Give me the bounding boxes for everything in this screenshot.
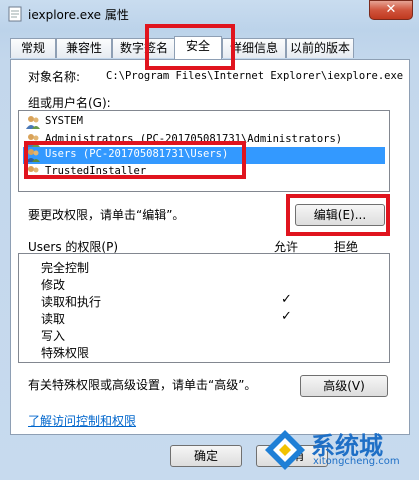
tab-compatibility[interactable]: 兼容性	[56, 38, 112, 58]
permissions-list: 完全控制 修改 读取和执行 读取 写入 特殊权限 ✓ ✓	[18, 253, 390, 363]
object-name-value: C:\Program Files\Internet Explorer\iexpl…	[106, 70, 404, 82]
window-title: iexplore.exe 属性	[28, 8, 129, 22]
tab-previous-versions[interactable]: 以前的版本	[286, 38, 354, 58]
permission-row: 读取	[41, 312, 66, 326]
highlight-users-item	[24, 141, 246, 179]
users-group-icon	[26, 116, 40, 129]
object-name-label: 对象名称:	[28, 70, 81, 84]
permission-row: 完全控制	[41, 261, 90, 275]
properties-window: iexplore.exe 属性 ✕ 常规 兼容性 数字签名 安全 详细信息 以前…	[0, 0, 419, 480]
permission-row: 写入	[41, 329, 66, 343]
allow-check-read-execute: ✓	[281, 292, 292, 307]
tab-general[interactable]: 常规	[10, 38, 56, 58]
watermark-url: xitongcheng.com	[313, 456, 400, 467]
advanced-button[interactable]: 高级(V)	[300, 375, 388, 397]
learn-access-control-link[interactable]: 了解访问控制和权限	[28, 412, 136, 429]
allow-check-read: ✓	[281, 309, 292, 324]
watermark: 系统城 xitongcheng.com	[263, 426, 413, 476]
ok-button[interactable]: 确定	[170, 445, 242, 467]
watermark-logo-icon	[265, 430, 305, 470]
permission-row: 读取和执行	[41, 295, 102, 309]
tab-strip: 常规 兼容性 数字签名 安全 详细信息 以前的版本	[10, 36, 410, 60]
permission-row: 修改	[41, 278, 66, 292]
list-item[interactable]: SYSTEM	[23, 114, 385, 131]
advanced-hint: 有关特殊权限或高级设置，请单击“高级”。	[28, 378, 257, 392]
permission-row: 特殊权限	[41, 346, 90, 360]
document-icon	[8, 6, 22, 22]
close-button[interactable]: ✕	[369, 0, 413, 20]
tab-security[interactable]: 安全	[174, 36, 222, 59]
change-permissions-hint: 要更改权限，请单击“编辑”。	[28, 208, 185, 222]
highlight-edit-button	[286, 194, 390, 236]
list-item-label: SYSTEM	[45, 115, 83, 127]
groups-label: 组或用户名(G):	[28, 96, 111, 110]
